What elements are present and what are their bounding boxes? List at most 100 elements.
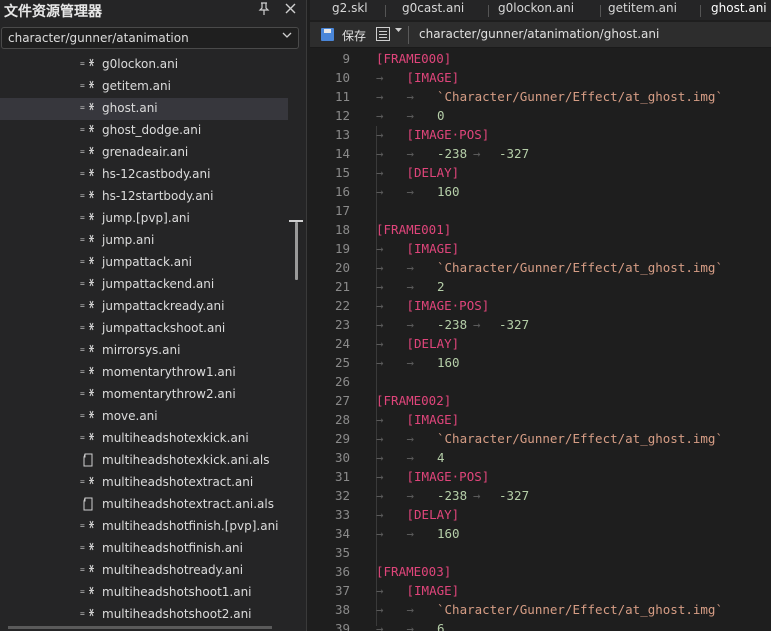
file-name: hs-12castbody.ani bbox=[102, 167, 211, 181]
tab-arrow-glyph: → bbox=[376, 412, 384, 427]
code-line: 24 → [DELAY] bbox=[310, 334, 771, 353]
svg-text:=: = bbox=[80, 59, 85, 68]
file-list-item[interactable]: = momentarythrow1.ani bbox=[0, 362, 288, 384]
file-name: multiheadshotfinish.ani bbox=[102, 541, 243, 555]
als-file-icon bbox=[80, 453, 96, 469]
tab-g0lockon-ani[interactable]: g0lockon.ani bbox=[498, 0, 588, 20]
tab-arrow-glyph: → bbox=[376, 507, 384, 522]
file-list-item[interactable]: = jumpattackready.ani bbox=[0, 296, 288, 318]
tab-arrow-glyph: → bbox=[376, 602, 384, 617]
code-line: 12 → → 0 bbox=[310, 106, 771, 125]
code-line: 33 → [DELAY] bbox=[310, 505, 771, 524]
code-line: 25 → → 160 bbox=[310, 353, 771, 372]
line-number: 35 bbox=[334, 545, 350, 560]
file-list-item[interactable]: = hs-12startbody.ani bbox=[0, 186, 288, 208]
svg-text:=: = bbox=[80, 257, 85, 266]
file-list-item[interactable]: = jump.[pvp].ani bbox=[0, 208, 288, 230]
file-name: multiheadshotready.ani bbox=[102, 563, 244, 577]
ani-file-icon: = bbox=[80, 387, 96, 403]
file-list-item[interactable]: = grenadeair.ani bbox=[0, 142, 288, 164]
line-number: 11 bbox=[334, 89, 350, 104]
number-value: 160 bbox=[437, 355, 460, 370]
file-name: move.ani bbox=[102, 409, 158, 423]
code-line: 22 → [IMAGE·POS] bbox=[310, 296, 771, 315]
ani-file-icon: = bbox=[80, 431, 96, 447]
line-number: 27 bbox=[334, 393, 350, 408]
code-editor: g2.skl g0cast.ani g0lockon.ani getitem.a… bbox=[310, 0, 771, 631]
scrollbar-thumb[interactable] bbox=[8, 626, 272, 629]
file-name: momentarythrow1.ani bbox=[102, 365, 236, 379]
file-list-item[interactable]: = ghost.ani bbox=[0, 98, 288, 120]
file-list-item[interactable]: = jump.ani bbox=[0, 230, 288, 252]
file-list-horizontal-scrollbar[interactable] bbox=[0, 624, 300, 631]
tab-g0cast-ani[interactable]: g0cast.ani bbox=[402, 0, 482, 20]
file-list-item[interactable]: = g0lockon.ani bbox=[0, 54, 288, 76]
file-list-item[interactable]: = momentarythrow2.ani bbox=[0, 384, 288, 406]
tab-divider bbox=[385, 5, 386, 17]
file-list-item[interactable]: = multiheadshotexkick.ani bbox=[0, 428, 288, 450]
code-line: 35 bbox=[310, 543, 771, 562]
format-icon[interactable] bbox=[376, 27, 390, 41]
line-number: 18 bbox=[334, 222, 350, 237]
tab-arrow-glyph: → bbox=[406, 184, 415, 199]
svg-text:=: = bbox=[80, 565, 85, 574]
file-list-item[interactable]: multiheadshotextract.ani.als bbox=[0, 494, 288, 516]
path-dropdown[interactable]: character/gunner/atanimation bbox=[1, 27, 299, 49]
file-list-item[interactable]: = multiheadshotextract.ani bbox=[0, 472, 288, 494]
editor-tab-bar: g2.skl g0cast.ani g0lockon.ani getitem.a… bbox=[310, 0, 771, 20]
file-list-item[interactable]: = move.ani bbox=[0, 406, 288, 428]
tab-arrow-glyph: → bbox=[473, 488, 481, 503]
ani-file-icon: = bbox=[80, 409, 96, 425]
line-number: 16 bbox=[334, 184, 350, 199]
file-list-item[interactable]: = multiheadshotfinish.ani bbox=[0, 538, 288, 560]
caret-down-icon[interactable] bbox=[395, 26, 402, 36]
file-name: getitem.ani bbox=[102, 79, 171, 93]
file-list-item[interactable]: = jumpattackend.ani bbox=[0, 274, 288, 296]
svg-text:=: = bbox=[80, 213, 85, 222]
section-tag: [DELAY] bbox=[406, 507, 460, 522]
file-path-display: character/gunner/atanimation/ghost.ani bbox=[419, 27, 660, 41]
tab-ghost-ani[interactable]: ghost.ani bbox=[711, 0, 771, 20]
file-list-item[interactable]: = multiheadshotshoot1.ani bbox=[0, 582, 288, 604]
ani-file-icon: = bbox=[80, 607, 96, 623]
file-name: multiheadshotshoot2.ani bbox=[102, 607, 252, 621]
tab-arrow-glyph: → bbox=[376, 298, 384, 313]
file-list-item[interactable]: = multiheadshotready.ani bbox=[0, 560, 288, 582]
line-number: 36 bbox=[334, 564, 350, 579]
line-number: 24 bbox=[334, 336, 350, 351]
section-tag: [IMAGE] bbox=[406, 241, 460, 256]
svg-text:=: = bbox=[80, 235, 85, 244]
file-list-item[interactable]: = jumpattackshoot.ani bbox=[0, 318, 288, 340]
tab-arrow-glyph: → bbox=[376, 146, 384, 161]
file-list-item[interactable]: = jumpattack.ani bbox=[0, 252, 288, 274]
code-line: 23 → → -238 → -327 bbox=[310, 315, 771, 334]
file-list-item[interactable]: = multiheadshotshoot2.ani bbox=[0, 604, 288, 624]
tab-g2-skl[interactable]: g2.skl bbox=[332, 0, 392, 20]
string-value: `Character/Gunner/Effect/at_ghost.img` bbox=[437, 89, 723, 104]
file-list-item[interactable]: multiheadshotexkick.ani.als bbox=[0, 450, 288, 472]
tab-arrow-glyph: → bbox=[406, 431, 415, 446]
file-list-item[interactable]: = hs-12castbody.ani bbox=[0, 164, 288, 186]
file-name: multiheadshotexkick.ani.als bbox=[102, 453, 270, 467]
number-value: 2 bbox=[437, 279, 445, 294]
number-value: -238 bbox=[437, 317, 468, 332]
file-list-item[interactable]: = mirrorsys.ani bbox=[0, 340, 288, 362]
ani-file-icon: = bbox=[80, 321, 96, 337]
pin-icon[interactable] bbox=[256, 2, 272, 18]
line-number: 29 bbox=[334, 431, 350, 446]
save-icon[interactable] bbox=[321, 28, 334, 41]
file-list-vertical-scrollbar[interactable] bbox=[289, 54, 303, 624]
line-number: 37 bbox=[334, 583, 350, 598]
code-line: 36 [FRAME003] bbox=[310, 562, 771, 581]
save-button[interactable]: 保存 bbox=[342, 27, 366, 44]
scrollbar-thumb[interactable] bbox=[295, 222, 298, 280]
file-list-item[interactable]: = multiheadshotfinish.[pvp].ani bbox=[0, 516, 288, 538]
file-list-item[interactable]: = ghost_dodge.ani bbox=[0, 120, 288, 142]
code-area[interactable]: 9 [FRAME000] 10 → [IMAGE] 11 → → `Character/Gunn… bbox=[310, 49, 771, 631]
close-icon[interactable] bbox=[282, 2, 298, 18]
tab-getitem-ani[interactable]: getitem.ani bbox=[608, 0, 688, 20]
tab-arrow-glyph: → bbox=[376, 621, 384, 631]
file-list-item[interactable]: = getitem.ani bbox=[0, 76, 288, 98]
svg-text:=: = bbox=[80, 147, 85, 156]
line-number: 30 bbox=[334, 450, 350, 465]
